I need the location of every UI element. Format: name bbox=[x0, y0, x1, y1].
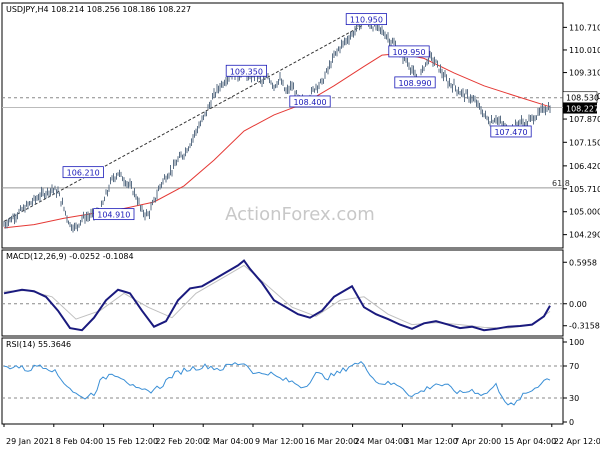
price-y-tick-label: 110.710 bbox=[569, 23, 600, 32]
watermark: ActionForex.com bbox=[225, 204, 375, 225]
price-y-tick-label: 106.420 bbox=[569, 162, 600, 171]
price-annotation-label: 108.400 bbox=[293, 98, 326, 107]
rsi-y-tick-label: 0 bbox=[569, 418, 574, 427]
price-y-tick-label: 109.310 bbox=[569, 69, 600, 78]
time-tick-label: 31 Mar 12:00 bbox=[404, 437, 457, 446]
current-price-label: 108.227 bbox=[566, 105, 599, 114]
price-y-tick-label: 104.290 bbox=[569, 231, 600, 240]
price-annotation-label: 106.210 bbox=[67, 169, 100, 178]
fib-level-label: 61.8 bbox=[552, 179, 570, 188]
time-tick-label: 22 Apr 12:00 bbox=[554, 437, 600, 446]
price-annotation-label: 109.950 bbox=[392, 48, 425, 57]
time-tick-label: 15 Apr 04:00 bbox=[504, 437, 556, 446]
rsi-y-tick-label: 100 bbox=[569, 338, 584, 347]
time-tick-label: 29 Jan 2021 bbox=[6, 437, 54, 446]
time-tick-label: 8 Feb 04:00 bbox=[56, 437, 103, 446]
current-price-box: 108.227 bbox=[563, 102, 599, 114]
price-annotation-label: 108.990 bbox=[398, 79, 431, 88]
time-tick-label: 9 Mar 12:00 bbox=[255, 437, 303, 446]
macd-title: MACD(12,26,9) -0.0252 -0.1084 bbox=[6, 252, 134, 261]
time-tick-label: 16 Mar 20:00 bbox=[305, 437, 358, 446]
macd-y-tick-label: -0.3158 bbox=[569, 322, 600, 331]
rsi-title: RSI(14) 55.3646 bbox=[6, 340, 71, 349]
time-tick-label: 24 Mar 04:00 bbox=[355, 437, 408, 446]
level-price-box: 108.530 bbox=[562, 91, 599, 104]
price-annotation-label: 104.910 bbox=[97, 211, 130, 220]
level-price-label: 108.530 bbox=[566, 94, 599, 103]
macd-y-tick-label: 0.5958 bbox=[569, 258, 597, 267]
usdjpy-chart: 104.290 105.000 105.710 106.420 107.150 107.8… bbox=[0, 0, 600, 450]
macd-y-tick-label: 0.00 bbox=[569, 300, 587, 309]
price-y-tick-label: 105.710 bbox=[569, 185, 600, 194]
price-y-tick-label: 110.010 bbox=[569, 46, 600, 55]
time-tick-label: 15 Feb 12:00 bbox=[106, 437, 158, 446]
chart-background bbox=[0, 0, 600, 450]
rsi-y-tick-label: 70 bbox=[569, 362, 579, 371]
price-y-tick-label: 107.870 bbox=[569, 115, 600, 124]
time-tick-label: 2 Mar 04:00 bbox=[205, 437, 253, 446]
price-y-tick-label: 105.000 bbox=[569, 208, 600, 217]
price-y-tick-label: 107.150 bbox=[569, 138, 600, 147]
price-annotation-label: 110.950 bbox=[350, 16, 383, 25]
rsi-y-tick-label: 30 bbox=[569, 394, 579, 403]
time-tick-label: 7 Apr 20:00 bbox=[454, 437, 501, 446]
time-tick-label: 22 Feb 20:00 bbox=[155, 437, 207, 446]
price-annotation-label: 107.470 bbox=[494, 128, 527, 137]
price-annotation-label: 109.350 bbox=[230, 67, 263, 76]
price-title: USDJPY,H4 108.214 108.256 108.186 108.22… bbox=[6, 5, 191, 14]
